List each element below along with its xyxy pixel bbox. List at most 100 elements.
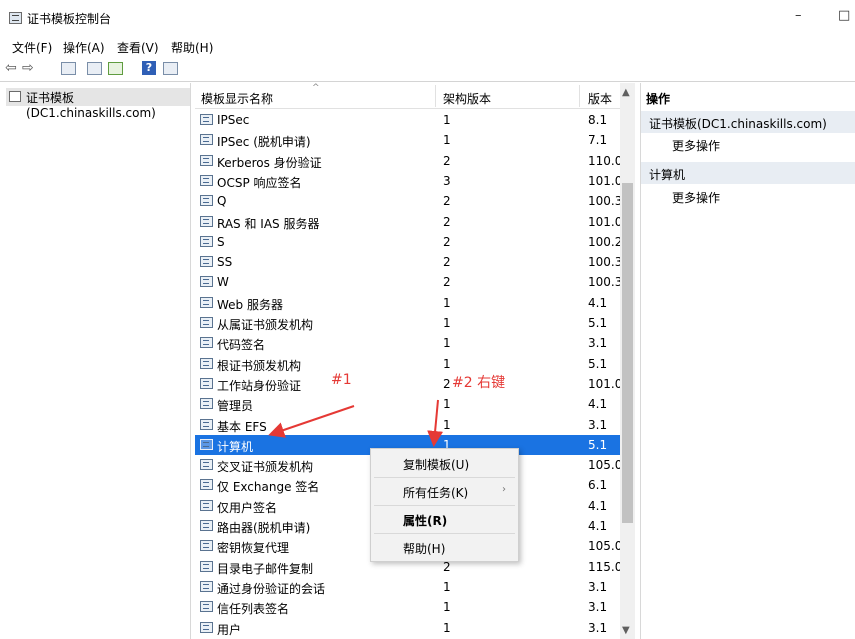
- scroll-down-arrow-icon[interactable]: ▼: [622, 625, 630, 636]
- certificate-template-icon: [200, 256, 213, 268]
- menu-item-properties[interactable]: 属性(R): [403, 512, 447, 529]
- certificate-template-icon: [200, 520, 213, 531]
- menu-item-help[interactable]: 帮助(H): [403, 540, 445, 557]
- scroll-up-arrow-icon[interactable]: ▲: [622, 87, 630, 98]
- certificate-template-icon: [200, 438, 213, 450]
- more-actions-link-computer[interactable]: 更多操作: [672, 189, 720, 206]
- template-name-cell: OCSP 响应签名: [217, 175, 302, 190]
- back-arrow-icon[interactable]: ⇦: [5, 60, 17, 76]
- schema-version-cell: 2: [443, 153, 451, 168]
- schema-version-cell: 2: [443, 275, 451, 290]
- template-name-cell: 管理员: [217, 399, 254, 414]
- template-name-cell: 计算机: [217, 439, 254, 454]
- annotation-1-label: #1: [331, 372, 352, 388]
- certificate-template-icon: [200, 154, 213, 166]
- menu-view[interactable]: 查看(V): [117, 39, 159, 56]
- table-row[interactable]: IPSec 1 8.1: [195, 110, 620, 130]
- show-hide-tree-icon[interactable]: [61, 62, 76, 75]
- certificate-template-icon: [200, 479, 213, 491]
- certificate-template-icon: [200, 337, 213, 349]
- maximize-button[interactable]: □: [838, 8, 850, 23]
- certificate-template-icon: [200, 418, 213, 430]
- table-row[interactable]: 根证书颁发机构 1 5.1: [195, 354, 620, 374]
- table-row[interactable]: 用户 1 3.1: [195, 618, 620, 638]
- schema-version-cell: 1: [443, 356, 451, 371]
- template-name-cell: RAS 和 IAS 服务器: [217, 216, 320, 231]
- table-row[interactable]: 通过身份验证的会话 1 3.1: [195, 577, 620, 597]
- template-name-cell: 从属证书颁发机构: [217, 318, 314, 332]
- table-row[interactable]: OCSP 响应签名 3 101.0: [195, 171, 622, 191]
- certificate-template-icon: [200, 459, 213, 471]
- schema-version-cell: 2: [443, 376, 451, 391]
- template-name-cell: 根证书颁发机构: [217, 358, 302, 373]
- table-row[interactable]: RAS 和 IAS 服务器 2 101.0: [195, 212, 622, 232]
- actions-section-templates[interactable]: 证书模板(DC1.chinaskills.com): [641, 111, 855, 133]
- forward-arrow-icon[interactable]: ⇨: [22, 60, 34, 76]
- column-header-schema[interactable]: 架构版本: [443, 90, 491, 107]
- table-row[interactable]: SS 2 100.3: [195, 252, 622, 272]
- schema-version-cell: 1: [443, 133, 451, 148]
- schema-version-cell: 2: [443, 194, 451, 209]
- more-actions-link[interactable]: 更多操作: [672, 137, 720, 154]
- table-row[interactable]: Q 2 100.3: [195, 191, 622, 211]
- certificate-template-icon: [200, 580, 213, 592]
- minimize-button[interactable]: –: [795, 8, 802, 23]
- schema-version-cell: 1: [443, 316, 451, 330]
- column-header-version[interactable]: 版本: [588, 90, 612, 107]
- table-row[interactable]: S 2 100.2: [195, 232, 622, 252]
- template-name-cell: IPSec: [217, 113, 250, 127]
- submenu-chevron-icon: ›: [502, 484, 506, 495]
- certificate-template-icon: [200, 215, 213, 227]
- table-row[interactable]: 工作站身份验证 2 101.0: [195, 374, 622, 394]
- menu-item-all-tasks[interactable]: 所有任务(K): [403, 484, 468, 501]
- template-name-cell: 通过身份验证的会话: [217, 581, 326, 596]
- table-row[interactable]: IPSec (脱机申请) 1 7.1: [195, 130, 620, 150]
- title-bar: 证书模板控制台 – □: [0, 0, 855, 34]
- table-row[interactable]: Kerberos 身份验证 2 110.0: [195, 151, 622, 171]
- template-name-cell: 工作站身份验证: [217, 378, 302, 393]
- template-name-cell: Web 服务器: [217, 297, 283, 312]
- actions-section-computer[interactable]: 计算机: [641, 162, 855, 184]
- menu-file[interactable]: 文件(F): [12, 39, 52, 56]
- version-cell: 3.1: [588, 620, 608, 635]
- certificate-template-icon: [200, 195, 213, 207]
- version-cell: 100.3: [588, 275, 623, 290]
- column-separator[interactable]: [435, 85, 436, 107]
- version-cell: 4.1: [588, 498, 608, 513]
- show-action-pane-icon[interactable]: [163, 62, 178, 75]
- certificate-template-icon: [200, 296, 213, 308]
- table-row[interactable]: 基本 EFS 1 3.1: [195, 415, 620, 435]
- table-row[interactable]: 管理员 1 4.1: [195, 394, 620, 414]
- table-row[interactable]: 信任列表签名 1 3.1: [195, 597, 620, 617]
- list-header: 模板显示名称 ^ 架构版本 版本: [195, 83, 620, 109]
- annotation-2-label: #2 右键: [452, 375, 506, 391]
- menu-separator: [374, 533, 515, 534]
- schema-version-cell: 1: [443, 336, 451, 351]
- menu-help[interactable]: 帮助(H): [171, 39, 213, 56]
- column-separator[interactable]: [579, 85, 580, 107]
- menu-separator: [374, 477, 515, 478]
- version-cell: 5.1: [588, 316, 608, 330]
- certificate-template-icon: [200, 621, 213, 633]
- properties-icon[interactable]: [87, 62, 102, 75]
- template-name-cell: SS: [217, 255, 233, 270]
- menu-bar: 文件(F) 操作(A) 查看(V) 帮助(H): [0, 36, 855, 56]
- certificate-template-icon: [200, 540, 213, 552]
- tree-root-item[interactable]: 证书模板(DC1.chinaskills.com): [6, 88, 190, 120]
- scrollbar-thumb[interactable]: [622, 183, 633, 523]
- version-cell: 7.1: [588, 133, 608, 148]
- menu-action[interactable]: 操作(A): [63, 39, 105, 56]
- table-row[interactable]: 从属证书颁发机构 1 5.1: [195, 313, 620, 333]
- actions-header: 操作: [646, 92, 671, 106]
- schema-version-cell: 1: [443, 295, 451, 310]
- vertical-scrollbar[interactable]: ▲ ▼: [620, 83, 635, 639]
- menu-item-duplicate-template[interactable]: 复制模板(U): [403, 456, 469, 473]
- table-row[interactable]: Web 服务器 1 4.1: [195, 293, 620, 313]
- export-list-icon[interactable]: [108, 62, 123, 75]
- column-header-name[interactable]: 模板显示名称: [201, 90, 273, 107]
- certificate-template-icon: [200, 499, 213, 511]
- table-row[interactable]: 代码签名 1 3.1: [195, 333, 620, 353]
- help-icon[interactable]: ?: [142, 61, 156, 75]
- table-row[interactable]: W 2 100.3: [195, 272, 623, 292]
- certificate-template-icon: [200, 276, 213, 288]
